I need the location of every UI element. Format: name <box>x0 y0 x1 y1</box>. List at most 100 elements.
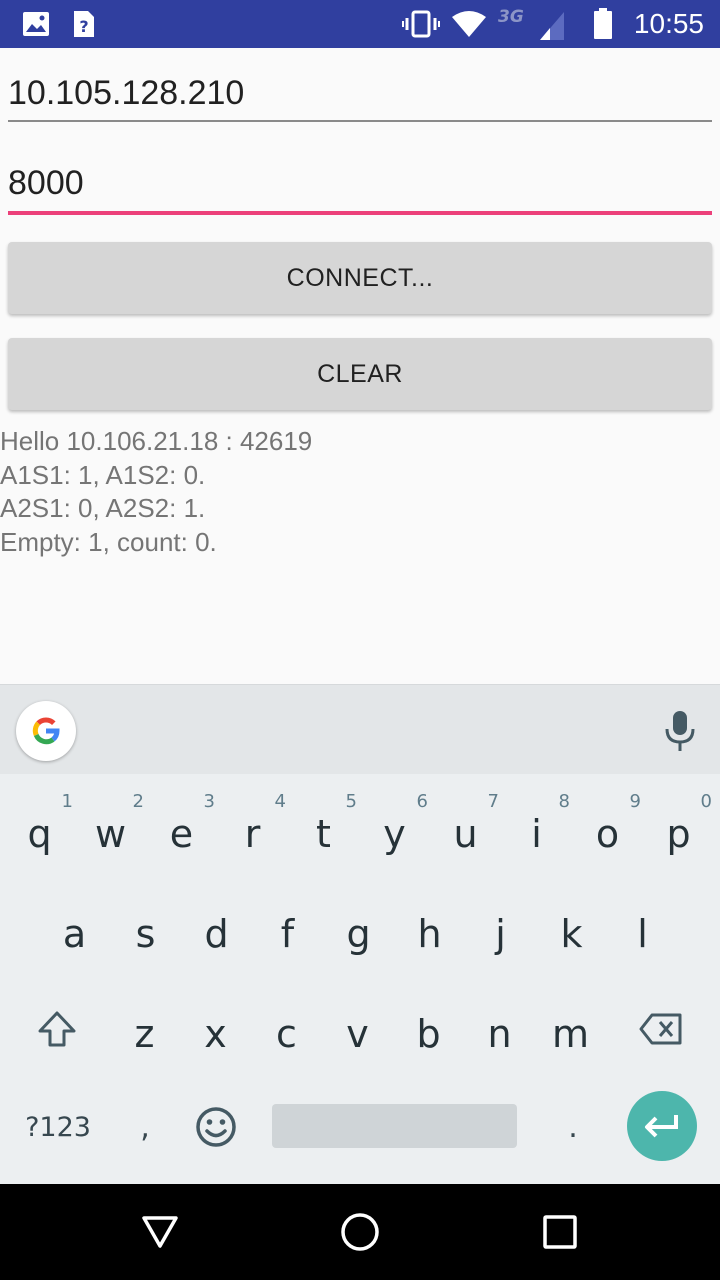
image-notification-icon <box>20 0 52 48</box>
log-output: Hello 10.106.21.18 : 42619 A1S1: 1, A1S2… <box>0 425 720 559</box>
key-label: r <box>244 812 261 856</box>
key-label: u <box>453 812 478 856</box>
symbols-key[interactable]: ?123 <box>16 1094 100 1160</box>
key-label: a <box>62 912 87 956</box>
enter-icon <box>645 1115 678 1138</box>
key-label: h <box>417 912 442 956</box>
key-h[interactable]: h <box>394 884 465 984</box>
key-label: s <box>135 912 156 956</box>
key-label: q <box>27 812 52 856</box>
key-z[interactable]: z <box>109 984 180 1084</box>
shift-key[interactable] <box>20 994 94 1064</box>
key-label: l <box>637 912 648 956</box>
port-field[interactable]: 8000 <box>8 150 712 216</box>
key-v[interactable]: v <box>322 984 393 1084</box>
key-label: t <box>316 812 331 856</box>
key-d[interactable]: d <box>181 884 252 984</box>
key-a[interactable]: a <box>39 884 110 984</box>
key-label: g <box>346 912 371 956</box>
key-label: w <box>94 812 127 856</box>
clear-button[interactable]: CLEAR <box>8 338 712 410</box>
comma-key[interactable]: , <box>120 1094 170 1160</box>
key-label: p <box>666 812 691 856</box>
key-y[interactable]: y6 <box>359 784 430 884</box>
key-hint: 7 <box>487 791 499 812</box>
wifi-icon <box>450 0 488 48</box>
enter-key[interactable] <box>627 1091 697 1161</box>
ip-address-field[interactable]: 10.105.128.210 <box>8 60 712 124</box>
connect-button[interactable]: CONNECT... <box>8 242 712 314</box>
key-label: x <box>204 1012 227 1056</box>
key-x[interactable]: x <box>180 984 251 1084</box>
key-k[interactable]: k <box>536 884 607 984</box>
recents-icon[interactable] <box>512 1184 608 1280</box>
key-label: y <box>383 812 406 856</box>
key-hint: 9 <box>629 791 641 812</box>
space-key[interactable] <box>272 1104 517 1148</box>
key-c[interactable]: c <box>251 984 322 1084</box>
key-u[interactable]: u7 <box>430 784 501 884</box>
key-n[interactable]: n <box>464 984 535 1084</box>
key-r[interactable]: r4 <box>217 784 288 884</box>
key-hint: 2 <box>132 791 144 812</box>
shift-icon <box>38 1011 76 1047</box>
svg-text:?: ? <box>79 17 88 36</box>
soft-keyboard: q1 w2 e3 r4 t5 y6 u7 i8 o9 p0 a s d f g … <box>0 684 720 1184</box>
mic-icon[interactable] <box>662 709 698 753</box>
status-bar: ? 3G 10:55 <box>0 0 720 48</box>
period-key[interactable]: . <box>548 1094 598 1160</box>
emoji-key[interactable] <box>186 1092 246 1162</box>
key-i[interactable]: i8 <box>501 784 572 884</box>
vibrate-icon <box>402 0 440 48</box>
network-type-label: 3G <box>498 7 524 27</box>
key-hint: 8 <box>558 791 570 812</box>
key-e[interactable]: e3 <box>146 784 217 884</box>
key-label: m <box>551 1012 590 1056</box>
home-icon[interactable] <box>312 1184 408 1280</box>
log-line: A1S1: 1, A1S2: 0. <box>0 459 206 490</box>
key-label: z <box>134 1012 155 1056</box>
key-label: v <box>346 1012 369 1056</box>
key-q[interactable]: q1 <box>4 784 75 884</box>
key-hint: 5 <box>345 791 357 812</box>
key-m[interactable]: m <box>535 984 606 1084</box>
key-b[interactable]: b <box>393 984 464 1084</box>
navigation-bar <box>0 1184 720 1280</box>
key-label: b <box>416 1012 441 1056</box>
keyboard-suggestion-strip <box>0 684 720 774</box>
key-t[interactable]: t5 <box>288 784 359 884</box>
port-field-underline-focused <box>8 211 712 215</box>
key-label: n <box>487 1012 512 1056</box>
key-hint: 3 <box>203 791 215 812</box>
key-f[interactable]: f <box>252 884 323 984</box>
key-hint: 0 <box>700 791 712 812</box>
battery-icon <box>590 0 616 48</box>
key-label: d <box>204 912 229 956</box>
key-j[interactable]: j <box>465 884 536 984</box>
signal-icon: 3G <box>496 0 568 48</box>
key-label: j <box>495 912 506 956</box>
key-g[interactable]: g <box>323 884 394 984</box>
key-l[interactable]: l <box>607 884 678 984</box>
key-label: k <box>560 912 583 956</box>
backspace-key[interactable] <box>624 994 698 1064</box>
back-icon[interactable] <box>112 1184 208 1280</box>
key-hint: 6 <box>416 791 428 812</box>
ip-address-value: 10.105.128.210 <box>8 74 245 112</box>
key-hint: 4 <box>274 791 286 812</box>
ip-field-underline <box>8 120 712 122</box>
unknown-file-notification-icon: ? <box>70 0 98 48</box>
log-line: Hello 10.106.21.18 : 42619 <box>0 426 313 456</box>
key-label: c <box>276 1012 297 1056</box>
key-o[interactable]: o9 <box>572 784 643 884</box>
key-label: e <box>169 812 194 856</box>
key-hint: 1 <box>61 791 73 812</box>
key-s[interactable]: s <box>110 884 181 984</box>
key-label: o <box>595 812 620 856</box>
key-w[interactable]: w2 <box>75 784 146 884</box>
key-p[interactable]: p0 <box>643 784 714 884</box>
backspace-icon <box>639 1013 682 1045</box>
google-icon[interactable] <box>16 701 76 761</box>
emoji-icon <box>196 1107 236 1147</box>
key-label: f <box>280 912 295 956</box>
